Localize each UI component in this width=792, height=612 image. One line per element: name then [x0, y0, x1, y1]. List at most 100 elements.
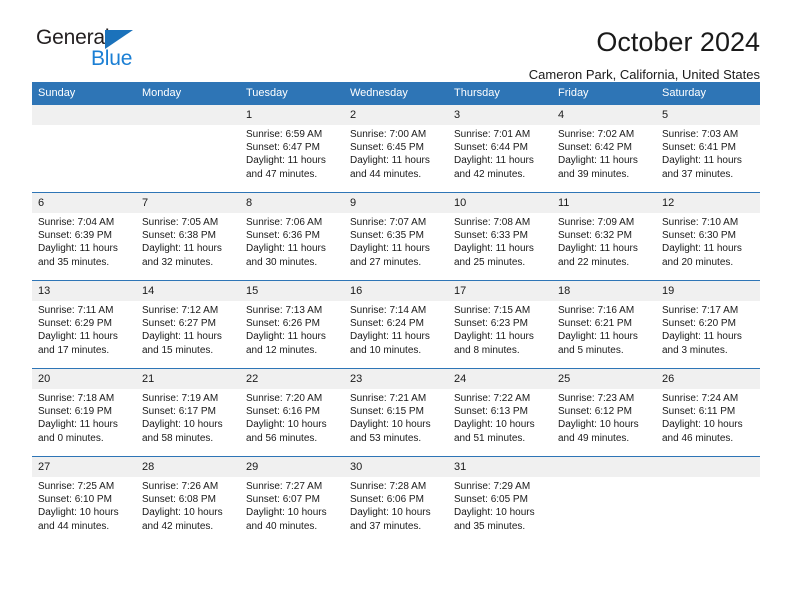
sunset-text: Sunset: 6:30 PM [662, 230, 736, 242]
sunset-text: Sunset: 6:12 PM [558, 406, 632, 418]
sunrise-text: Sunrise: 7:11 AM [38, 305, 114, 316]
sunset-text: Sunset: 6:32 PM [558, 230, 632, 242]
sunset-text: Sunset: 6:07 PM [246, 494, 320, 506]
day-cell[interactable]: 3 Sunrise: 7:01 AM Sunset: 6:44 PM Dayli… [448, 105, 552, 192]
day-details: Sunrise: 7:19 AM Sunset: 6:17 PM Dayligh… [136, 389, 240, 445]
sunset-text: Sunset: 6:44 PM [454, 142, 528, 154]
sunrise-text: Sunrise: 7:22 AM [454, 393, 531, 404]
day-cell[interactable] [32, 105, 136, 192]
day-details: Sunrise: 7:01 AM Sunset: 6:44 PM Dayligh… [448, 125, 552, 181]
day-cell[interactable]: 19 Sunrise: 7:17 AM Sunset: 6:20 PM Dayl… [656, 281, 760, 368]
day-cell[interactable]: 24 Sunrise: 7:22 AM Sunset: 6:13 PM Dayl… [448, 369, 552, 456]
day-cell[interactable]: 29 Sunrise: 7:27 AM Sunset: 6:07 PM Dayl… [240, 457, 344, 545]
daylight-text-line2: and 37 minutes. [662, 168, 734, 180]
sunrise-text: Sunrise: 7:16 AM [558, 305, 635, 316]
logo-text-blue: Blue [91, 47, 133, 70]
day-cell[interactable]: 6 Sunrise: 7:04 AM Sunset: 6:39 PM Dayli… [32, 193, 136, 280]
day-number: 16 [344, 281, 448, 301]
daylight-text-line1: Daylight: 11 hours [662, 155, 742, 167]
sunset-text: Sunset: 6:47 PM [246, 142, 320, 154]
day-cell[interactable]: 18 Sunrise: 7:16 AM Sunset: 6:21 PM Dayl… [552, 281, 656, 368]
day-cell[interactable]: 11 Sunrise: 7:09 AM Sunset: 6:32 PM Dayl… [552, 193, 656, 280]
day-number: 5 [656, 105, 760, 125]
day-cell[interactable]: 13 Sunrise: 7:11 AM Sunset: 6:29 PM Dayl… [32, 281, 136, 368]
daylight-text-line2: and 12 minutes. [246, 344, 318, 356]
day-cell[interactable]: 15 Sunrise: 7:13 AM Sunset: 6:26 PM Dayl… [240, 281, 344, 368]
sunrise-text: Sunrise: 7:04 AM [38, 217, 115, 228]
day-cell[interactable]: 25 Sunrise: 7:23 AM Sunset: 6:12 PM Dayl… [552, 369, 656, 456]
day-cell[interactable]: 30 Sunrise: 7:28 AM Sunset: 6:06 PM Dayl… [344, 457, 448, 545]
day-details: Sunrise: 6:59 AM Sunset: 6:47 PM Dayligh… [240, 125, 344, 181]
day-cell[interactable]: 22 Sunrise: 7:20 AM Sunset: 6:16 PM Dayl… [240, 369, 344, 456]
daylight-text-line2: and 42 minutes. [454, 168, 526, 180]
daylight-text-line1: Daylight: 11 hours [350, 243, 430, 255]
daylight-text-line1: Daylight: 10 hours [454, 507, 535, 519]
daylight-text-line2: and 42 minutes. [142, 520, 214, 532]
daylight-text-line2: and 0 minutes. [38, 432, 104, 444]
sunrise-text: Sunrise: 7:03 AM [662, 129, 739, 140]
day-cell[interactable]: 31 Sunrise: 7:29 AM Sunset: 6:05 PM Dayl… [448, 457, 552, 545]
sunrise-text: Sunrise: 7:05 AM [142, 217, 219, 228]
day-cell[interactable]: 2 Sunrise: 7:00 AM Sunset: 6:45 PM Dayli… [344, 105, 448, 192]
day-cell[interactable]: 14 Sunrise: 7:12 AM Sunset: 6:27 PM Dayl… [136, 281, 240, 368]
day-cell[interactable]: 20 Sunrise: 7:18 AM Sunset: 6:19 PM Dayl… [32, 369, 136, 456]
daylight-text-line1: Daylight: 11 hours [246, 155, 326, 167]
day-cell[interactable] [136, 105, 240, 192]
daylight-text-line1: Daylight: 11 hours [350, 155, 430, 167]
day-number [32, 105, 136, 125]
day-cell[interactable]: 9 Sunrise: 7:07 AM Sunset: 6:35 PM Dayli… [344, 193, 448, 280]
day-details: Sunrise: 7:17 AM Sunset: 6:20 PM Dayligh… [656, 301, 760, 357]
daylight-text-line2: and 10 minutes. [350, 344, 422, 356]
day-cell[interactable]: 8 Sunrise: 7:06 AM Sunset: 6:36 PM Dayli… [240, 193, 344, 280]
day-cell[interactable]: 17 Sunrise: 7:15 AM Sunset: 6:23 PM Dayl… [448, 281, 552, 368]
calendar-week-row: 6 Sunrise: 7:04 AM Sunset: 6:39 PM Dayli… [32, 193, 760, 281]
sunset-text: Sunset: 6:26 PM [246, 318, 320, 330]
day-cell[interactable]: 16 Sunrise: 7:14 AM Sunset: 6:24 PM Dayl… [344, 281, 448, 368]
day-number: 24 [448, 369, 552, 389]
day-number: 13 [32, 281, 136, 301]
day-details: Sunrise: 7:25 AM Sunset: 6:10 PM Dayligh… [32, 477, 136, 533]
sunrise-text: Sunrise: 7:02 AM [558, 129, 635, 140]
daylight-text-line1: Daylight: 11 hours [454, 155, 534, 167]
sunrise-text: Sunrise: 6:59 AM [246, 129, 323, 140]
title-block: October 2024 Cameron Park, California, U… [529, 26, 760, 84]
sunrise-text: Sunrise: 7:27 AM [246, 481, 323, 492]
sunrise-text: Sunrise: 7:29 AM [454, 481, 531, 492]
day-details: Sunrise: 7:07 AM Sunset: 6:35 PM Dayligh… [344, 213, 448, 269]
day-cell[interactable]: 5 Sunrise: 7:03 AM Sunset: 6:41 PM Dayli… [656, 105, 760, 192]
daylight-text-line2: and 39 minutes. [558, 168, 630, 180]
day-cell[interactable]: 10 Sunrise: 7:08 AM Sunset: 6:33 PM Dayl… [448, 193, 552, 280]
day-number: 11 [552, 193, 656, 213]
sunset-text: Sunset: 6:41 PM [662, 142, 736, 154]
day-number: 12 [656, 193, 760, 213]
day-cell[interactable]: 12 Sunrise: 7:10 AM Sunset: 6:30 PM Dayl… [656, 193, 760, 280]
daylight-text-line2: and 44 minutes. [38, 520, 110, 532]
page-title: October 2024 [596, 27, 760, 57]
day-cell[interactable]: 21 Sunrise: 7:19 AM Sunset: 6:17 PM Dayl… [136, 369, 240, 456]
day-number [656, 457, 760, 477]
daylight-text-line1: Daylight: 11 hours [246, 331, 326, 343]
generalblue-logo[interactable]: General Blue [32, 26, 156, 74]
day-cell[interactable]: 4 Sunrise: 7:02 AM Sunset: 6:42 PM Dayli… [552, 105, 656, 192]
day-cell[interactable]: 28 Sunrise: 7:26 AM Sunset: 6:08 PM Dayl… [136, 457, 240, 545]
day-cell[interactable]: 1 Sunrise: 6:59 AM Sunset: 6:47 PM Dayli… [240, 105, 344, 192]
day-details: Sunrise: 7:00 AM Sunset: 6:45 PM Dayligh… [344, 125, 448, 181]
day-number: 30 [344, 457, 448, 477]
sunrise-text: Sunrise: 7:10 AM [662, 217, 739, 228]
day-number: 18 [552, 281, 656, 301]
day-cell[interactable]: 26 Sunrise: 7:24 AM Sunset: 6:11 PM Dayl… [656, 369, 760, 456]
day-number: 7 [136, 193, 240, 213]
day-cell[interactable]: 23 Sunrise: 7:21 AM Sunset: 6:15 PM Dayl… [344, 369, 448, 456]
daylight-text-line2: and 3 minutes. [662, 344, 728, 356]
daylight-text-line2: and 8 minutes. [454, 344, 520, 356]
day-cell[interactable]: 7 Sunrise: 7:05 AM Sunset: 6:38 PM Dayli… [136, 193, 240, 280]
daylight-text-line1: Daylight: 11 hours [662, 331, 742, 343]
day-cell[interactable] [656, 457, 760, 545]
daylight-text-line2: and 22 minutes. [558, 256, 630, 268]
day-cell[interactable] [552, 457, 656, 545]
day-number: 3 [448, 105, 552, 125]
day-details: Sunrise: 7:21 AM Sunset: 6:15 PM Dayligh… [344, 389, 448, 445]
weekday-header-wednesday: Wednesday [350, 87, 408, 99]
daylight-text-line1: Daylight: 10 hours [454, 419, 535, 431]
day-cell[interactable]: 27 Sunrise: 7:25 AM Sunset: 6:10 PM Dayl… [32, 457, 136, 545]
